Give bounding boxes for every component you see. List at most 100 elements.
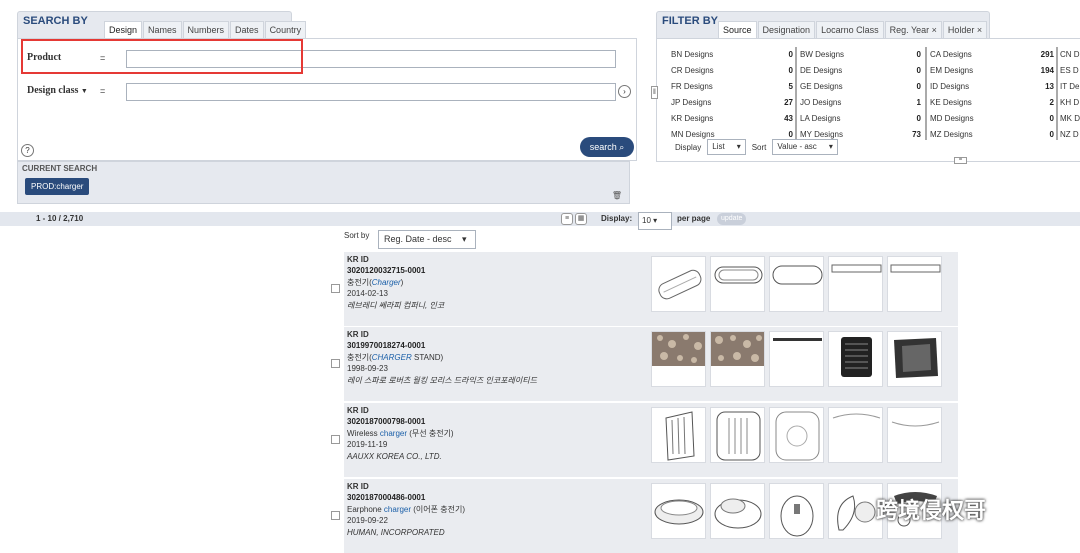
sort-by-select[interactable]: Reg. Date - desc ▾ xyxy=(378,230,476,249)
filter-item[interactable]: BN Designs 0 xyxy=(671,47,793,63)
design-thumbnail[interactable] xyxy=(887,407,942,463)
result-meta: KR ID 3020120032715-0001 충전기(Charger) 20… xyxy=(347,254,444,311)
design-thumbnail[interactable] xyxy=(828,331,883,387)
result-checkbox[interactable] xyxy=(331,359,340,368)
filter-by-header: FILTER BY Source Designation Locarno Cla… xyxy=(656,11,990,39)
tab-numbers[interactable]: Numbers xyxy=(182,21,230,38)
filter-item[interactable]: MD Designs 0 xyxy=(930,111,1054,127)
tab-locarno-class[interactable]: Locarno Class xyxy=(816,21,884,38)
filter-item[interactable]: CR Designs 0 xyxy=(671,63,793,79)
product-operator: = xyxy=(100,53,106,63)
tab-design[interactable]: Design xyxy=(104,21,143,39)
filter-item[interactable]: JP Designs 27 xyxy=(671,95,793,111)
update-button[interactable]: update xyxy=(717,213,747,225)
filter-by-title: FILTER BY xyxy=(662,15,719,27)
result-number[interactable]: 3020120032715-0001 xyxy=(347,265,444,276)
filter-item[interactable]: LA Designs 0 xyxy=(800,111,921,127)
result-title[interactable]: Wireless charger (무선 충전기) xyxy=(347,428,454,439)
design-thumbnail[interactable] xyxy=(769,483,824,539)
design-thumbnail[interactable] xyxy=(651,256,706,312)
sort-select[interactable]: Value - asc ▾ xyxy=(772,139,838,155)
design-thumbnail[interactable] xyxy=(769,407,824,463)
design-class-dropdown-icon[interactable]: ▼ xyxy=(81,87,88,95)
design-thumbnail[interactable] xyxy=(887,256,942,312)
result-checkbox[interactable] xyxy=(331,435,340,444)
design-class-lookup-icon[interactable]: › xyxy=(618,85,631,98)
result-owner: AAUXX KOREA CO., LTD. xyxy=(347,451,442,461)
filter-item[interactable]: BW Designs 0 xyxy=(800,47,921,63)
tab-designation[interactable]: Designation xyxy=(757,21,816,38)
expand-handle-icon[interactable]: = xyxy=(954,157,967,164)
filter-item[interactable]: MK D xyxy=(1060,111,1080,127)
design-thumbnail[interactable] xyxy=(651,483,706,539)
tab-names[interactable]: Names xyxy=(143,21,182,38)
filter-item[interactable]: CA Designs 291 xyxy=(930,47,1054,63)
grid-view-icon[interactable]: ▦ xyxy=(575,213,587,225)
result-meta: KR ID 3020187000486-0001 Earphone charge… xyxy=(347,481,465,538)
design-thumbnail[interactable] xyxy=(828,256,883,312)
sort-by-label: Sort by xyxy=(344,231,370,240)
product-input[interactable] xyxy=(126,50,616,68)
filter-item[interactable]: JO Designs 1 xyxy=(800,95,921,111)
filter-item[interactable]: ES D xyxy=(1060,63,1080,79)
display-select[interactable]: List ▾ xyxy=(707,139,746,155)
list-view-icon[interactable]: ≡ xyxy=(561,213,573,225)
per-page-label: per page xyxy=(677,214,711,223)
design-class-input[interactable] xyxy=(126,83,616,101)
collapse-handle-icon[interactable]: ‖ xyxy=(651,86,658,99)
filter-item[interactable]: IT De xyxy=(1060,79,1080,95)
filter-item[interactable]: EM Designs 194 xyxy=(930,63,1054,79)
trash-icon[interactable]: 🗑 xyxy=(612,191,622,200)
tab-source[interactable]: Source xyxy=(718,21,757,39)
filter-item[interactable]: CN D xyxy=(1060,47,1080,63)
current-search-chip[interactable]: PROD:charger xyxy=(25,178,90,195)
filter-item[interactable]: KR Designs 43 xyxy=(671,111,793,127)
tab-dates[interactable]: Dates xyxy=(230,21,264,38)
result-date: 2019-11-19 xyxy=(347,440,388,450)
filter-column-3: CA Designs 291 EM Designs 194 ID Designs 13… xyxy=(930,47,1054,143)
design-thumbnail[interactable] xyxy=(710,407,765,463)
filter-column-4: CN D ES D IT De KH D MK D NZ D xyxy=(1060,47,1080,143)
per-page-select[interactable]: 10 ▾ xyxy=(638,212,672,230)
filter-item[interactable]: FR Designs 5 xyxy=(671,79,793,95)
tab-holder[interactable]: Holder × xyxy=(942,21,988,38)
filter-item[interactable]: KH D xyxy=(1060,95,1080,111)
result-owner: 레브레디 쎄라피 컴퍼니, 인코 xyxy=(347,300,445,310)
tab-country[interactable]: Country xyxy=(264,21,307,38)
result-number[interactable]: 3020187000798-0001 xyxy=(347,416,454,427)
filter-item[interactable]: KE Designs 2 xyxy=(930,95,1054,111)
design-thumbnail[interactable] xyxy=(710,483,765,539)
design-thumbnail[interactable] xyxy=(828,407,883,463)
filter-item[interactable]: MZ Designs 0 xyxy=(930,127,1054,143)
tab-reg-year[interactable]: Reg. Year × xyxy=(884,21,942,38)
design-thumbnail[interactable] xyxy=(887,331,942,387)
sort-label: Sort xyxy=(751,142,767,152)
result-checkbox[interactable] xyxy=(331,284,340,293)
design-thumbnail[interactable] xyxy=(769,331,824,387)
chevron-down-icon: ▾ xyxy=(462,234,467,244)
result-number[interactable]: 3019970018274-0001 xyxy=(347,340,537,351)
search-button[interactable]: search ⌕ xyxy=(580,137,634,157)
result-owner: HUMAN, INCORPORATED xyxy=(347,527,445,537)
result-title[interactable]: 충전기(CHARGER STAND) xyxy=(347,352,537,363)
result-title[interactable]: 충전기(Charger) xyxy=(347,277,444,288)
design-thumbnail[interactable] xyxy=(769,256,824,312)
design-thumbnail[interactable] xyxy=(710,256,765,312)
design-thumbnail[interactable] xyxy=(828,483,883,539)
result-source: KR ID xyxy=(347,330,369,339)
design-thumbnail[interactable] xyxy=(651,407,706,463)
results-count: 1 - 10 / 2,710 xyxy=(36,214,84,223)
filter-item[interactable]: DE Designs 0 xyxy=(800,63,921,79)
search-by-title: SEARCH BY xyxy=(23,15,88,27)
result-number[interactable]: 3020187000486-0001 xyxy=(347,492,465,503)
filter-item[interactable]: ID Designs 13 xyxy=(930,79,1054,95)
result-title[interactable]: Earphone charger (이어폰 충전기) xyxy=(347,504,465,515)
design-thumbnail[interactable] xyxy=(710,331,765,387)
design-thumbnail[interactable] xyxy=(651,331,706,387)
design-class-label[interactable]: Design class ▼ xyxy=(27,85,88,96)
filter-item[interactable]: GE Designs 0 xyxy=(800,79,921,95)
filter-item[interactable]: NZ D xyxy=(1060,127,1080,143)
help-icon[interactable]: ? xyxy=(21,144,34,157)
chevron-down-icon: ▾ xyxy=(653,216,658,225)
result-checkbox[interactable] xyxy=(331,511,340,520)
